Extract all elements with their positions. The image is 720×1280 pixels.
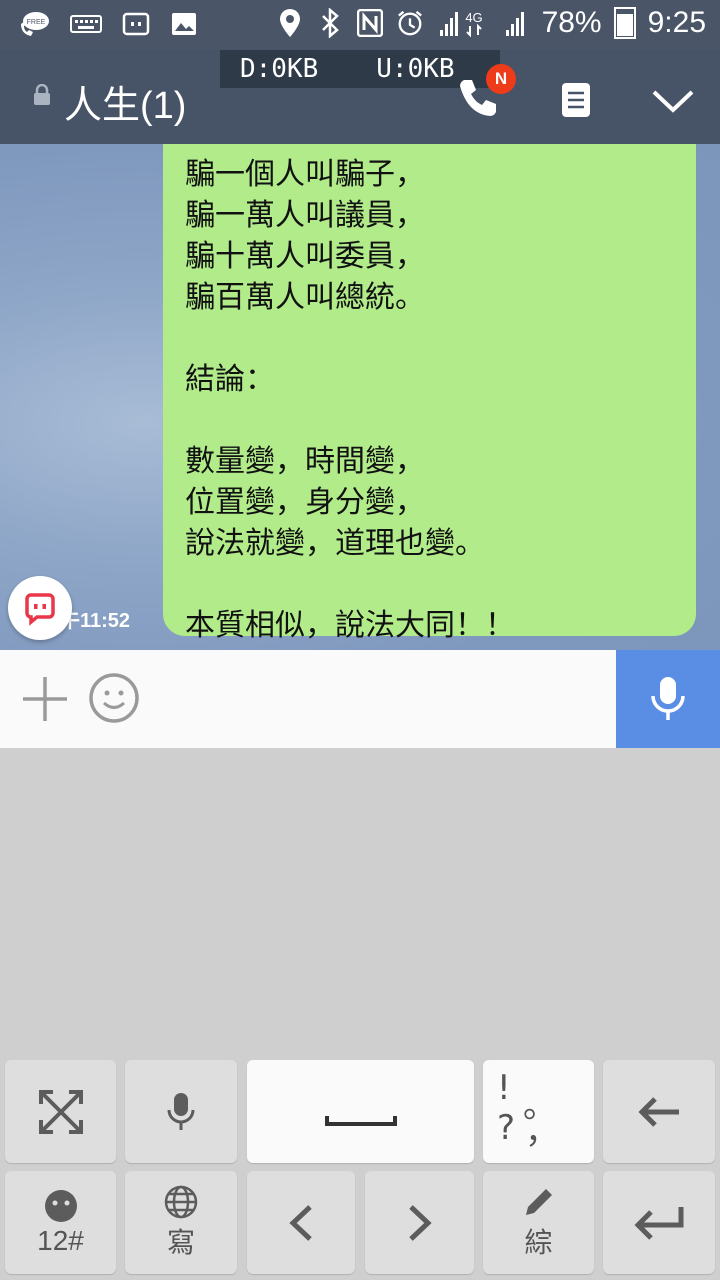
space-bar-icon [324,1115,397,1126]
chat-area[interactable]: 騙一個人叫騙子， 騙一萬人叫議員， 騙十萬人叫委員， 騙百萬人叫總統。 結論： … [0,144,720,650]
message-line [185,564,674,605]
plus-icon [23,677,67,721]
location-icon [276,9,304,37]
message-input[interactable] [152,664,606,736]
lock-icon [32,83,52,106]
message-line: 騙一個人叫騙子， [185,157,425,192]
pencil-icon [525,1188,552,1215]
numbers-key-label: 12# [37,1224,84,1256]
signal-icon: 4G [436,9,490,38]
emoji-button[interactable] [88,672,140,724]
punct-bottom: ， [525,1112,559,1152]
message-line: 騙一萬人叫議員， [185,198,425,233]
punctuation-key[interactable]: ! ? 。 ， [483,1060,594,1163]
smiley-icon [44,1189,77,1222]
fullscreen-key[interactable] [5,1060,116,1163]
chat-header: D:0KB U:0KB 人生(1) N [0,50,720,144]
space-key[interactable] [247,1060,474,1163]
floating-app-button[interactable] [8,576,72,640]
message-line [185,318,674,359]
arrow-left-icon [289,1204,312,1241]
svg-text:4G: 4G [465,10,482,25]
upload-speed: U:0KB [376,54,455,84]
numbers-key[interactable]: 12# [5,1171,116,1274]
notes-icon [562,83,590,117]
enter-key[interactable] [603,1171,715,1274]
cursor-right-key[interactable] [365,1171,474,1274]
bluetooth-icon [316,8,344,38]
keyboard-icon [70,10,102,38]
message-line: 騙十萬人叫委員， [185,239,425,274]
clock: 9:25 [647,6,706,39]
status-bar-right: 4G 78% 9:25 [276,6,706,40]
line-app-icon [25,593,55,626]
globe-icon [164,1185,198,1218]
download-speed: D:0KB [240,54,319,84]
signal-icon [502,9,530,37]
language-key-label: 寫 [166,1226,195,1258]
message-line [185,400,674,441]
keyboard-spacer [0,748,720,1060]
status-bar-left: FREE [18,10,198,38]
collapse-button[interactable] [648,84,698,118]
chevron-down-icon [652,90,694,113]
status-bar: FREE 4G 78% 9:25 [0,0,720,50]
microphone-icon [651,677,685,720]
message-line: 數量變，時間變， [185,444,425,479]
nfc-icon [356,9,384,37]
notification-badge: N [486,64,516,94]
message-line: 位置變，身分變， [185,485,425,520]
message-input-bar [0,650,720,749]
enter-icon [634,1206,684,1240]
alarm-icon [396,9,424,37]
notes-button[interactable] [556,80,596,120]
message-bubble[interactable]: 騙一個人叫騙子， 騙一萬人叫議員， 騙十萬人叫委員， 騙百萬人叫總統。 結論： … [163,144,696,643]
image-icon [170,10,198,38]
backspace-icon [638,1096,679,1127]
input-mode-label: 綜 [524,1226,553,1258]
backspace-key[interactable] [603,1060,715,1163]
voice-key[interactable] [125,1060,237,1163]
battery-percent: 78% [541,6,602,39]
message-line: 本質相似，說法大同！！ [185,608,515,643]
attach-button[interactable] [20,674,70,724]
battery-icon [613,7,636,39]
line-app-icon [122,10,150,38]
cursor-left-key[interactable] [247,1171,355,1274]
chat-title[interactable]: 人生(1) [64,74,186,129]
emoji-icon [89,673,139,723]
microphone-icon [167,1092,195,1130]
svg-text:FREE: FREE [27,19,46,26]
message-line: 說法就變，道理也變。 [185,526,485,561]
message-line: 騙百萬人叫總統。 [185,280,425,315]
language-key[interactable]: 寫 [125,1171,237,1274]
input-mode-key[interactable]: 綜 [483,1171,594,1274]
message-line: 結論： [185,362,275,397]
phone-free-icon: FREE [18,10,50,38]
voice-input-button[interactable] [616,650,720,748]
arrow-right-icon [408,1204,432,1241]
fullscreen-icon [38,1089,83,1134]
